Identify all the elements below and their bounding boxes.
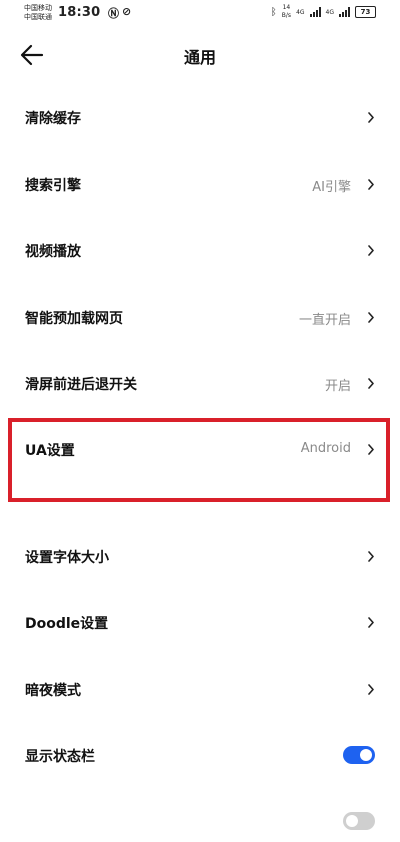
setting-label: UA设置 (25, 443, 75, 459)
toggle-knob (360, 749, 372, 761)
setting-smart-preload[interactable]: 智能预加载网页 一直开启 (0, 298, 400, 338)
chevron-right-icon (368, 551, 374, 562)
chevron-right-icon (368, 378, 374, 389)
speed-value: 14 (282, 4, 291, 11)
notification-icon: ⊘ (122, 5, 132, 18)
chevron-right-icon (368, 444, 374, 455)
setting-label: 视频播放 (25, 244, 81, 260)
carrier-info: 中国移动 中国联通 (24, 4, 52, 22)
speed-unit: B/s (281, 12, 292, 19)
setting-search-engine[interactable]: 搜索引擎 AI引擎 (0, 165, 400, 205)
setting-value: 开启 (324, 379, 351, 394)
setting-label: 设置字体大小 (25, 550, 109, 566)
partial-toggle[interactable] (343, 812, 375, 830)
network-speed: 14 B/s (282, 4, 291, 20)
setting-value: Android (300, 441, 351, 456)
setting-label: 智能预加载网页 (25, 311, 123, 327)
setting-label: 清除缓存 (25, 111, 81, 127)
setting-label: 显示状态栏 (25, 749, 95, 765)
status-bar-toggle[interactable] (343, 746, 375, 764)
battery-level: 73 (360, 8, 371, 16)
setting-show-status-bar[interactable]: 显示状态栏 (0, 736, 400, 776)
setting-partial-row[interactable] (0, 802, 400, 842)
bluetooth-icon: ᛒ (270, 6, 277, 18)
setting-label: 搜索引擎 (25, 178, 81, 194)
chevron-right-icon (368, 312, 374, 323)
setting-ua[interactable]: UA设置 Android (0, 430, 400, 470)
setting-label: 滑屏前进后退开关 (25, 377, 137, 393)
page-title: 通用 (183, 48, 216, 67)
carrier-1: 中国移动 (24, 4, 52, 12)
toggle-knob (346, 815, 358, 827)
carrier-2: 中国联通 (24, 13, 52, 21)
setting-label: 暗夜模式 (25, 683, 81, 699)
setting-video-playback[interactable]: 视频播放 (0, 231, 400, 271)
setting-clear-cache[interactable]: 清除缓存 (0, 98, 400, 138)
chevron-right-icon (368, 617, 374, 628)
setting-value: 一直开启 (298, 313, 351, 328)
status-time: 18:30 (58, 5, 101, 20)
chevron-right-icon (368, 245, 374, 256)
chevron-right-icon (368, 179, 374, 190)
nfc-icon: Ⓝ (108, 7, 119, 20)
status-right: ᛒ 14 B/s 4G 4G 73 (271, 4, 376, 20)
setting-value: AI引擎 (312, 180, 351, 195)
setting-swipe-navigation[interactable]: 滑屏前进后退开关 开启 (0, 364, 400, 404)
network-type-1: 4G (296, 8, 305, 16)
setting-label: Doodle设置 (25, 616, 109, 632)
setting-font-size[interactable]: 设置字体大小 (0, 537, 400, 577)
battery-icon: 73 (355, 6, 376, 18)
chevron-right-icon (368, 684, 374, 695)
chevron-right-icon (368, 112, 374, 123)
setting-dark-mode[interactable]: 暗夜模式 (0, 670, 400, 710)
page-header: 通用 (0, 30, 400, 80)
signal-icon-2 (339, 7, 350, 17)
setting-doodle[interactable]: Doodle设置 (0, 603, 400, 643)
network-type-2: 4G (325, 8, 334, 16)
status-bar: 中国移动 中国联通 18:30 Ⓝ ⊘ ᛒ 14 B/s 4G 4G 73 (0, 0, 400, 26)
signal-icon (309, 7, 321, 17)
